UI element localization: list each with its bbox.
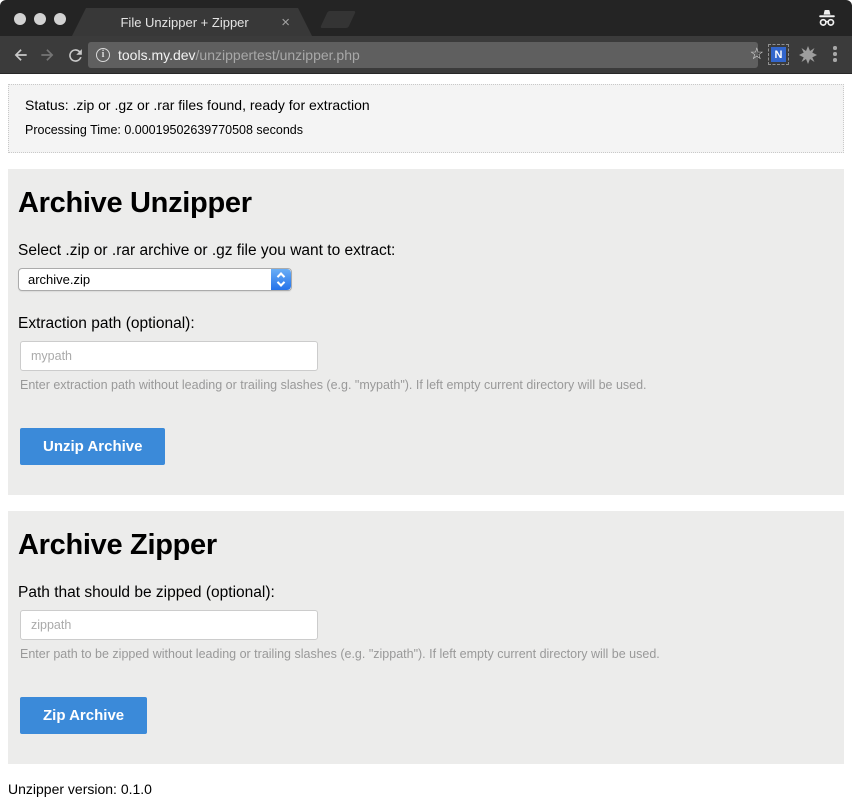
menu-icon[interactable] — [833, 46, 837, 62]
tab-strip: File Unzipper + Zipper × — [0, 0, 852, 36]
processing-time-text: Processing Time: 0.00019502639770508 sec… — [25, 123, 827, 137]
status-box: Status: .zip or .gz or .rar files found,… — [8, 84, 844, 153]
minimize-window-button[interactable] — [34, 13, 46, 25]
tab-close-icon[interactable]: × — [281, 15, 290, 30]
close-window-button[interactable] — [14, 13, 26, 25]
archive-select-label: Select .zip or .rar archive or .gz file … — [18, 242, 834, 260]
extraction-path-label: Extraction path (optional): — [18, 315, 834, 333]
zip-path-input[interactable] — [20, 610, 318, 640]
url-path: /unzippertest/unzipper.php — [196, 47, 360, 63]
status-text: Status: .zip or .gz or .rar files found,… — [25, 97, 827, 113]
extension-n-icon[interactable]: N — [768, 44, 789, 65]
menu-dot — [833, 52, 837, 56]
page-content: Status: .zip or .gz or .rar files found,… — [0, 84, 852, 797]
address-bar[interactable]: i tools.my.dev/unzippertest/unzipper.php — [88, 42, 758, 68]
menu-dot — [833, 58, 837, 62]
zipper-title: Archive Zipper — [18, 529, 834, 562]
browser-window: File Unzipper + Zipper × i tools.my.d — [0, 0, 852, 811]
url-text: tools.my.dev/unzippertest/unzipper.php — [118, 47, 360, 63]
page-info-icon[interactable]: i — [96, 48, 110, 62]
extraction-path-input[interactable] — [20, 341, 318, 371]
chevron-down-icon — [277, 278, 285, 286]
archive-select[interactable]: archive.zip — [18, 268, 292, 291]
new-tab-button[interactable] — [320, 11, 356, 28]
version-text: Unzipper version: 0.1.0 — [8, 781, 844, 797]
unzipper-section: Archive Unzipper Select .zip or .rar arc… — [8, 169, 844, 495]
browser-toolbar: i tools.my.dev/unzippertest/unzipper.php… — [0, 36, 852, 74]
back-button[interactable] — [9, 44, 31, 66]
tab-file-unzipper[interactable]: File Unzipper + Zipper × — [72, 8, 312, 36]
incognito-icon — [816, 9, 838, 32]
select-stepper-icon — [271, 269, 291, 290]
zip-archive-button[interactable]: Zip Archive — [20, 697, 147, 734]
extraction-path-help: Enter extraction path without leading or… — [20, 378, 834, 392]
tab-title: File Unzipper + Zipper — [94, 15, 275, 30]
zoom-window-button[interactable] — [54, 13, 66, 25]
reload-button[interactable] — [64, 44, 86, 66]
zip-path-help: Enter path to be zipped without leading … — [20, 647, 834, 661]
forward-button[interactable] — [37, 44, 59, 66]
unzipper-title: Archive Unzipper — [18, 187, 834, 220]
extension-n-label: N — [771, 47, 786, 62]
zip-path-label: Path that should be zipped (optional): — [18, 584, 834, 602]
extension-splat-icon[interactable] — [798, 45, 818, 65]
url-domain: tools.my.dev — [118, 47, 196, 63]
bookmark-star-icon[interactable]: ☆ — [750, 45, 764, 65]
menu-dot — [833, 46, 837, 50]
archive-select-value: archive.zip — [19, 272, 90, 287]
window-controls — [14, 13, 66, 25]
zipper-section: Archive Zipper Path that should be zippe… — [8, 511, 844, 764]
unzip-archive-button[interactable]: Unzip Archive — [20, 428, 165, 465]
